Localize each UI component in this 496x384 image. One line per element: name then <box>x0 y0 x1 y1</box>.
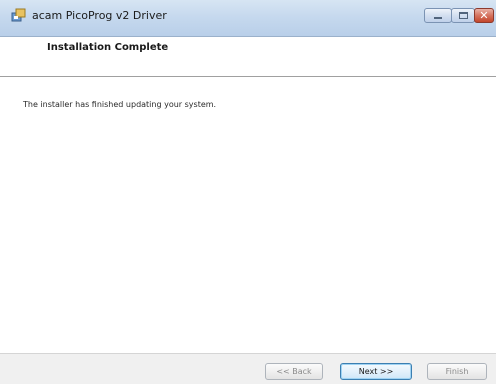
wizard-footer: << Back Next >> Finish <box>0 353 496 384</box>
minimize-button[interactable] <box>424 8 452 23</box>
wizard-body: The installer has finished updating your… <box>0 77 496 353</box>
installer-window: acam PicoProg v2 Driver ✕ Installation C… <box>0 0 496 384</box>
minimize-icon <box>434 17 442 19</box>
window-title: acam PicoProg v2 Driver <box>32 9 167 22</box>
finish-button[interactable]: Finish <box>427 363 487 380</box>
wizard-header: Installation Complete <box>0 37 496 77</box>
back-button[interactable]: << Back <box>265 363 323 380</box>
close-button[interactable]: ✕ <box>474 8 494 23</box>
next-button[interactable]: Next >> <box>340 363 412 380</box>
page-title: Installation Complete <box>47 42 169 53</box>
close-icon: ✕ <box>479 9 489 22</box>
installer-app-icon <box>11 8 26 22</box>
title-bar[interactable]: acam PicoProg v2 Driver ✕ <box>0 0 496 37</box>
completion-message: The installer has finished updating your… <box>23 100 217 109</box>
maximize-button[interactable] <box>451 8 475 23</box>
maximize-icon <box>459 12 468 19</box>
